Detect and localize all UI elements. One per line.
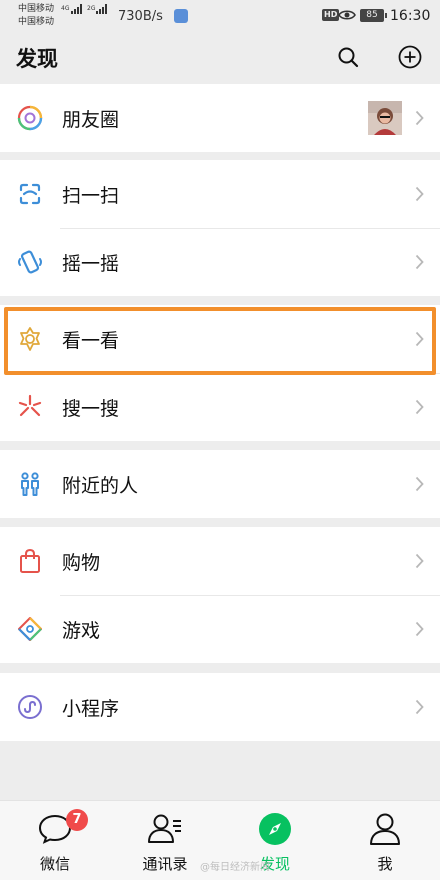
net-speed: 730B/s — [118, 9, 163, 24]
network-type-2: 2G — [87, 5, 96, 12]
chevron-right-icon — [415, 621, 424, 637]
cell-games[interactable]: 游戏 — [0, 595, 440, 663]
cell-shake[interactable]: 摇一摇 — [0, 228, 440, 296]
unread-badge: 7 — [66, 809, 88, 831]
mini-programs-icon — [17, 694, 43, 720]
group-scan-shake: 扫一扫 摇一摇 — [0, 160, 440, 296]
shake-icon — [17, 249, 43, 275]
group-nearby: 附近的人 — [0, 450, 440, 518]
cell-label-shake: 摇一摇 — [62, 252, 120, 275]
tab-label-chats: 微信 — [39, 855, 70, 873]
cell-label-moments: 朋友圈 — [62, 108, 120, 131]
top-stories-icon — [17, 326, 43, 352]
search-flash-icon — [17, 394, 43, 420]
signal-2-icon — [96, 4, 107, 14]
chevron-right-icon — [415, 476, 424, 492]
cell-mini-programs[interactable]: 小程序 — [0, 673, 440, 741]
page-title: 发现 — [16, 47, 58, 71]
cell-shopping[interactable]: 购物 — [0, 527, 440, 595]
discover-icon — [259, 813, 291, 845]
group-mini-programs: 小程序 — [0, 673, 440, 741]
title-bar: 发现 — [0, 34, 440, 82]
watermark: @每日经济新闻 — [200, 862, 270, 873]
carrier-2: 中国移动 — [18, 17, 55, 27]
eye-comfort-icon — [338, 10, 356, 20]
games-icon — [17, 616, 43, 642]
cell-moments[interactable]: 朋友圈 — [0, 84, 440, 152]
cell-search[interactable]: 搜一搜 — [0, 373, 440, 441]
cell-people-nearby[interactable]: 附近的人 — [0, 450, 440, 518]
chevron-right-icon — [415, 399, 424, 415]
chevron-right-icon — [415, 110, 424, 126]
cell-scan[interactable]: 扫一扫 — [0, 160, 440, 228]
search-button[interactable] — [334, 43, 362, 71]
moments-icon — [17, 105, 43, 131]
tab-chats[interactable]: 7 微信 — [0, 801, 110, 880]
cell-label-games: 游戏 — [62, 619, 101, 642]
moments-thumbnail — [368, 101, 402, 135]
cell-label-top-stories: 看一看 — [62, 329, 120, 352]
shopping-bag-icon — [17, 548, 43, 574]
hd-badge: HD — [322, 9, 340, 21]
chevron-right-icon — [415, 331, 424, 347]
cell-label-shopping: 购物 — [62, 551, 101, 574]
network-type-1: 4G — [61, 5, 70, 12]
people-nearby-icon — [17, 471, 43, 497]
add-button[interactable] — [396, 43, 424, 71]
me-icon — [370, 813, 400, 845]
chevron-right-icon — [415, 553, 424, 569]
cell-label-search: 搜一搜 — [62, 397, 120, 420]
cell-label-scan: 扫一扫 — [62, 184, 120, 207]
tab-bar: 7 微信 通讯录 发现 我 @每日经济新闻 — [0, 800, 440, 880]
group-stories-search: 看一看 搜一搜 — [0, 305, 440, 441]
search-icon — [338, 47, 359, 68]
chevron-right-icon — [415, 254, 424, 270]
group-moments: 朋友圈 — [0, 84, 440, 152]
tab-label-me: 我 — [377, 855, 393, 873]
status-bar: 中国移动 中国移动 4G 2G 730B/s HD 85 16:30 — [0, 0, 440, 34]
chevron-right-icon — [415, 699, 424, 715]
cell-label-people-nearby: 附近的人 — [62, 474, 139, 497]
battery-icon: 85 — [360, 9, 387, 22]
cell-top-stories[interactable]: 看一看 — [0, 305, 440, 373]
group-shop-games: 购物 游戏 — [0, 527, 440, 663]
chevron-right-icon — [415, 186, 424, 202]
signal-1-icon — [71, 4, 82, 14]
carrier-1: 中国移动 — [18, 4, 55, 14]
clock: 16:30 — [390, 8, 431, 24]
add-icon — [398, 45, 422, 69]
cell-label-mini-programs: 小程序 — [62, 697, 120, 720]
tab-me[interactable]: 我 — [330, 801, 440, 880]
scan-icon — [17, 181, 43, 207]
contacts-icon — [148, 814, 181, 843]
app-notification-icon — [174, 9, 188, 23]
